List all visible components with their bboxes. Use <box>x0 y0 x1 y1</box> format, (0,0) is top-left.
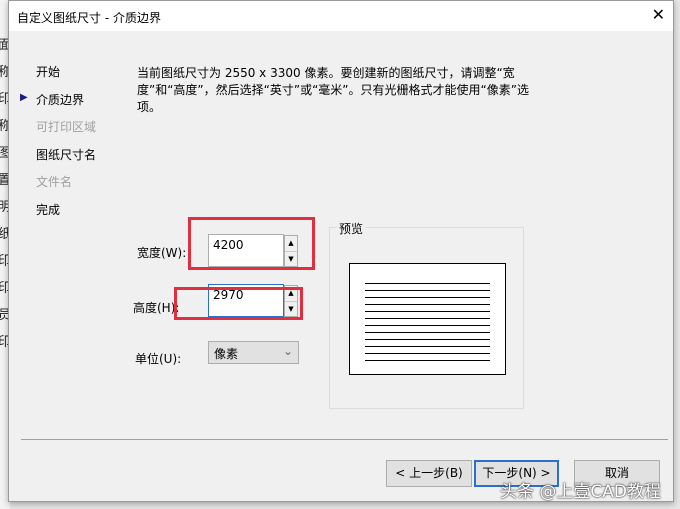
preview-line <box>365 304 490 305</box>
preview-line <box>365 283 490 284</box>
nav-step-printable-area: 可打印区域 <box>36 120 97 134</box>
nav-step-paper-size-name: 图纸尺寸名 <box>36 148 97 162</box>
current-step-arrow-icon: ▶ <box>20 92 28 103</box>
chevron-down-icon: ⌄ <box>282 344 293 358</box>
preview-label: 预览 <box>337 220 366 237</box>
separator <box>21 439 668 440</box>
preview-line <box>365 339 490 340</box>
preview-line <box>365 297 490 298</box>
height-label: 高度(H): <box>133 301 180 315</box>
custom-paper-size-dialog: 自定义图纸尺寸 - 介质边界 ✕ ▶ 开始 介质边界 可打印区域 图纸尺寸名 文… <box>8 0 674 502</box>
back-button[interactable]: < 上一步(B) <box>386 460 472 487</box>
preview-line <box>365 311 490 312</box>
highlight-box-height <box>174 287 303 320</box>
preview-line <box>365 325 490 326</box>
nav-step-file-name: 文件名 <box>36 175 73 189</box>
preview-line <box>365 318 490 319</box>
unit-value: 像素 <box>214 347 239 361</box>
width-label: 宽度(W): <box>137 246 187 260</box>
description-text: 当前图纸尺寸为 2550 x 3300 像素。要创建新的图纸尺寸，请调整“宽度”… <box>137 66 529 114</box>
title-bar: 自定义图纸尺寸 - 介质边界 ✕ <box>9 1 673 31</box>
unit-select[interactable]: 像素 ⌄ <box>208 341 299 364</box>
nav-step-media-bounds: 介质边界 <box>36 93 85 107</box>
preview-line <box>365 332 490 333</box>
close-icon[interactable]: ✕ <box>652 5 665 24</box>
dialog-title: 自定义图纸尺寸 - 介质边界 <box>17 11 161 25</box>
preview-line <box>365 353 490 354</box>
unit-label: 单位(U): <box>135 352 182 366</box>
nav-step-finish: 完成 <box>36 203 61 217</box>
preview-line <box>365 360 490 361</box>
paper-preview <box>349 263 506 375</box>
watermark: 头条 @上壹CAD教程 <box>500 482 661 502</box>
highlight-box-width <box>188 217 315 270</box>
nav-step-start: 开始 <box>36 65 61 79</box>
preview-line <box>365 346 490 347</box>
preview-line <box>365 290 490 291</box>
